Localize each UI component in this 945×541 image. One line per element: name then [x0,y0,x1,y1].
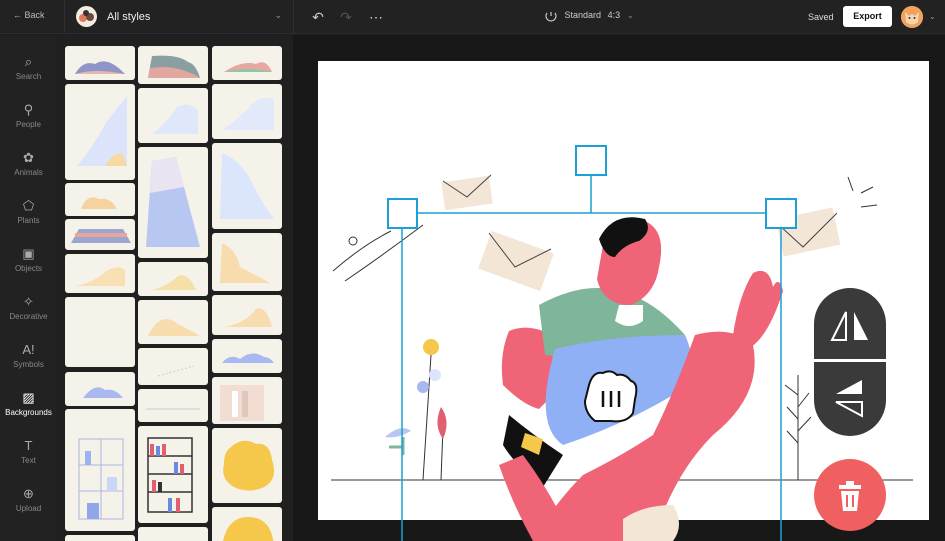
envelope-left [441,174,493,211]
rail-item-search[interactable]: ⌕ Search [0,47,57,93]
background-tile[interactable] [138,262,208,296]
canvas-size-label: Standard [564,10,602,21]
background-tile[interactable] [65,372,135,406]
rail-item-label: People [16,120,41,129]
paw-icon: ✿ [23,150,34,165]
text-icon: T [24,438,33,453]
style-picker-label: All styles [107,11,151,23]
rail-item-label: Search [15,72,42,81]
rail-item-animals[interactable]: ✿ Animals [0,143,57,189]
image-icon: ▨ [22,390,35,405]
background-tile[interactable] [212,233,282,291]
rail-item-label: Decorative [9,312,48,321]
background-tile[interactable] [212,84,282,139]
rail-item-symbols[interactable]: A! Symbols [0,335,57,381]
background-tile[interactable] [65,409,135,531]
background-tile[interactable] [212,295,282,335]
flip-horizontal-icon [830,311,868,341]
chevron-down-icon[interactable]: ⌄ [929,12,936,21]
divider [293,0,294,34]
rail-item-objects[interactable]: ▣ Objects [0,239,57,285]
sparkle-icon: ✧ [23,294,34,309]
resize-icon [545,12,557,22]
rail-item-upload[interactable]: ⊕ Upload [0,479,57,525]
background-tile[interactable] [138,300,208,344]
resize-handle-top-left[interactable] [387,198,418,229]
rail-item-label: Plants [17,216,40,225]
style-picker[interactable]: All styles ⌄ [76,5,284,29]
person-icon: ⚲ [23,102,34,117]
top-bar: ← Back All styles ⌄ ↶ ↷ ⋯ Standard 4:3 ⌄… [0,0,945,34]
chevron-down-icon: ⌄ [274,10,282,20]
background-tile[interactable] [212,507,282,541]
background-tile[interactable] [65,297,135,367]
rail-item-label: Upload [15,504,42,513]
rail-item-label: Backgrounds [5,408,52,417]
undo-icon[interactable]: ↶ [309,8,327,26]
rail-item-decorative[interactable]: ✧ Decorative [0,287,57,333]
background-tile[interactable] [138,348,208,385]
rail-item-people[interactable]: ⚲ People [0,95,57,141]
envelope-middle [478,230,554,292]
redo-icon[interactable]: ↷ [337,8,355,26]
flip-vertical-button[interactable] [814,364,886,436]
background-tile[interactable] [65,254,135,293]
back-label: Back [24,10,45,20]
leaf-icon: ⬠ [22,198,35,213]
background-tile[interactable] [138,88,208,143]
flip-vertical-icon [835,380,863,418]
rail-item-backgrounds[interactable]: ▨ Backgrounds [0,383,57,429]
rotate-handle[interactable] [575,145,607,176]
category-rail: ⌕ Search ⚲ People ✿ Animals ⬠ Plants ▣ Objects ✧ De… [0,35,57,541]
grab-cursor-icon [583,370,638,423]
export-button[interactable]: Export [843,6,892,27]
background-tile[interactable] [212,377,282,424]
rail-item-plants[interactable]: ⬠ Plants [0,191,57,237]
rail-item-label: Text [21,456,36,465]
background-tile[interactable] [65,219,135,250]
flip-horizontal-button[interactable] [814,288,886,360]
background-tile[interactable] [138,426,208,523]
back-button[interactable]: ← Back [13,10,45,20]
canvas-size-picker[interactable]: Standard 4:3 ⌄ [544,10,634,22]
chevron-down-icon: ⌄ [626,10,635,21]
background-tile[interactable] [138,147,208,258]
arrow-left-icon: ← [13,10,22,20]
background-tile[interactable] [138,389,208,422]
background-tile[interactable] [212,339,282,373]
canvas-ratio: 4:3 [607,10,621,21]
background-tile[interactable] [65,535,135,541]
divider [64,0,65,34]
ellipsis-icon[interactable]: ⋯ [367,8,385,26]
background-tile[interactable] [65,84,135,180]
delete-button[interactable] [814,459,886,531]
asset-panel [57,35,293,541]
symbols-icon: A! [22,342,35,357]
search-icon: ⌕ [24,54,33,69]
resize-handle-top-right[interactable] [765,198,797,229]
style-avatar [76,6,97,27]
cube-icon: ▣ [22,246,35,261]
background-tile[interactable] [65,46,135,80]
divider [814,359,886,362]
upload-icon: ⊕ [23,486,34,501]
transform-controls [814,288,886,436]
rail-item-text[interactable]: T Text [0,431,57,477]
background-tile[interactable] [138,46,208,84]
background-tile[interactable] [212,143,282,229]
background-tile[interactable] [65,183,135,216]
rail-item-label: Objects [14,264,43,273]
background-tile[interactable] [212,46,282,80]
background-tile[interactable] [212,428,282,503]
rail-item-label: Animals [14,168,43,177]
save-status: Saved [808,12,834,22]
user-avatar[interactable] [901,6,923,28]
background-tile[interactable] [138,527,208,541]
rail-item-label: Symbols [13,360,44,369]
trash-icon [839,481,861,511]
